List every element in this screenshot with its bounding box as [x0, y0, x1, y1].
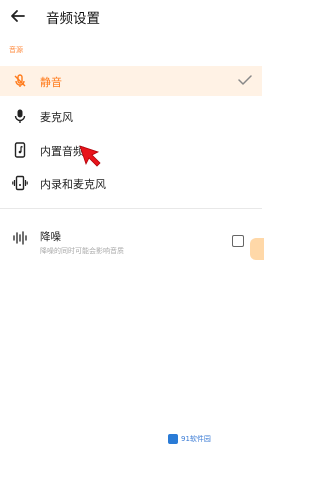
noise-reduction-description: 降噪的同时可能会影响音质 [40, 247, 124, 255]
phone-vibrate-icon [12, 175, 28, 191]
page-title: 音频设置 [46, 11, 100, 27]
noise-reduction-row[interactable]: 降噪 降噪的同时可能会影响音质 [0, 224, 262, 264]
section-divider [0, 208, 262, 209]
phone-audio-icon [14, 142, 26, 158]
noise-reduction-title: 降噪 [40, 231, 61, 243]
noise-waveform-icon [13, 231, 27, 245]
mic-icon [14, 109, 26, 123]
app-header: 音频设置 [0, 0, 262, 34]
section-label-audio-source: 音源 [9, 46, 23, 54]
option-internal-audio[interactable]: 内置音频 [0, 135, 262, 165]
option-internal-and-microphone[interactable]: 内录和麦克风 [0, 168, 262, 198]
checkmark-icon [238, 75, 252, 85]
floating-edge-tab[interactable] [250, 238, 264, 260]
option-mute[interactable]: 静音 [0, 66, 262, 96]
back-arrow-icon[interactable] [8, 6, 28, 26]
option-microphone[interactable]: 麦克风 [0, 101, 262, 131]
noise-reduction-checkbox[interactable] [232, 235, 244, 247]
watermark-logo-icon [168, 434, 178, 444]
option-label: 麦克风 [40, 111, 73, 124]
option-label: 静音 [40, 76, 62, 89]
option-label: 内录和麦克风 [40, 178, 106, 191]
watermark-text: 91软件园 [181, 435, 211, 443]
mic-off-icon [14, 74, 26, 87]
pointer-arrow-icon [79, 145, 101, 167]
